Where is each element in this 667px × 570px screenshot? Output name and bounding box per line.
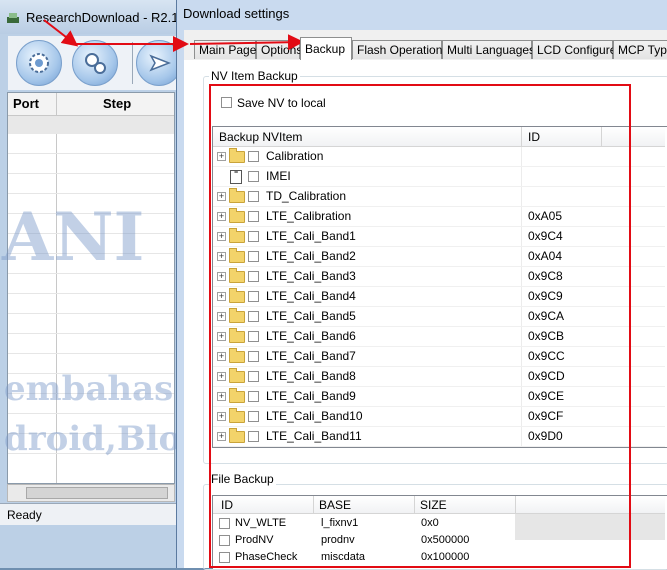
annotation-arrow: [189, 34, 304, 51]
annotation-arrow: [43, 19, 79, 47]
annotation-arrows: [43, 19, 304, 52]
tab-backup[interactable]: Backup: [300, 37, 352, 60]
